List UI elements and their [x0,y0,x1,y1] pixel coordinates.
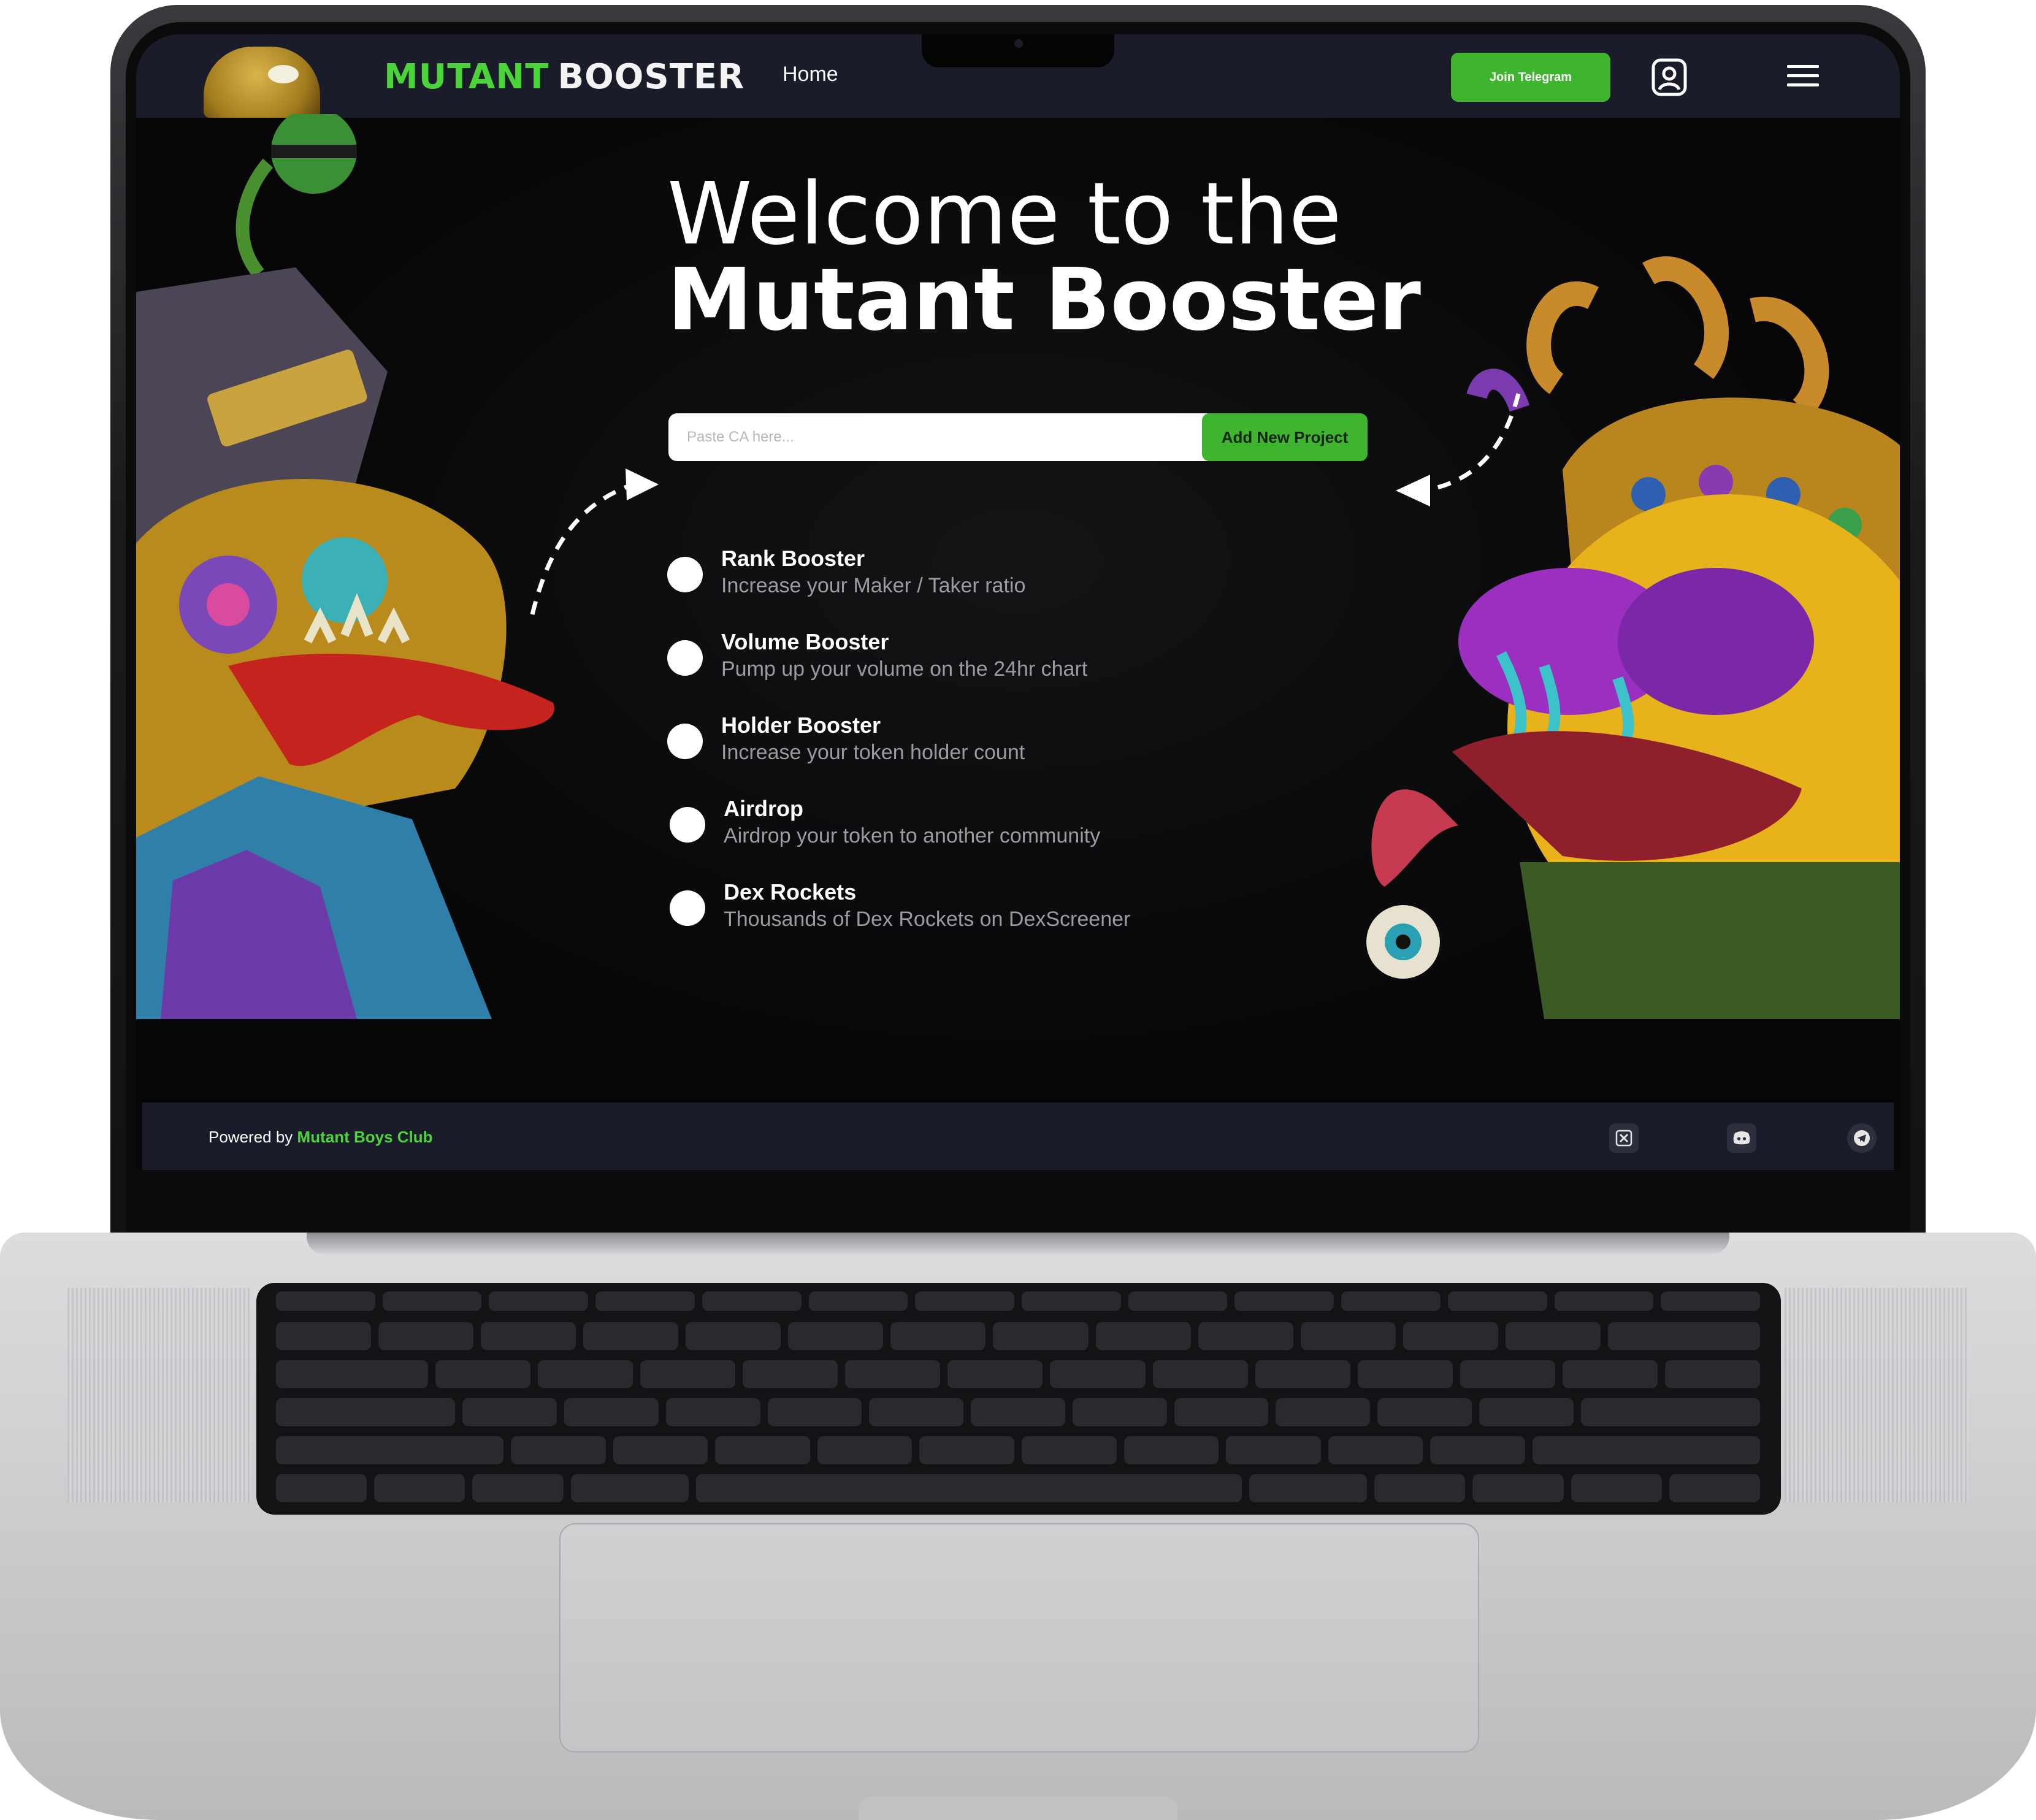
feature-description: Airdrop your token to another community [724,824,1101,847]
hero-title-line1: Welcome to the [667,164,1342,264]
laptop-front-notch [859,1797,1177,1820]
feature-dex-rockets[interactable]: Dex Rockets Thousands of Dex Rockets on … [670,879,1283,941]
menu-icon[interactable] [1786,61,1820,91]
discord-icon[interactable] [1727,1123,1756,1153]
feature-title: Holder Booster [721,713,881,738]
logo[interactable]: MUTANT BOOSTER [384,55,744,98]
feature-volume-booster[interactable]: Volume Booster Pump up your volume on th… [667,629,1280,690]
feature-title: Dex Rockets [724,879,857,904]
logo-word-mutant: MUTANT [384,56,549,97]
footer-credit: Powered by Mutant Boys Club [209,1128,433,1147]
keyboard-number-row [276,1322,1760,1352]
radio-dot[interactable] [667,557,703,592]
x-icon[interactable] [1609,1123,1639,1153]
feature-description: Increase your token holder count [721,741,1025,764]
user-icon[interactable] [1650,58,1689,97]
add-new-project-button[interactable]: Add New Project [1202,413,1368,461]
feature-description: Pump up your volume on the 24hr chart [721,657,1088,681]
feature-description: Increase your Maker / Taker ratio [721,574,1026,597]
keyboard-home-row [276,1398,1760,1428]
feature-title: Rank Booster [721,546,865,571]
left-mutant-artwork [136,108,578,1019]
radio-dot[interactable] [667,640,703,676]
right-mutant-artwork [1360,249,1900,1019]
keyboard-bottom-row [276,1474,1760,1504]
feature-title: Airdrop [724,796,803,821]
trackpad [559,1523,1479,1753]
dashed-arrow-left-icon [522,457,664,623]
logo-mascot-eye [268,65,299,83]
laptop-hinge [307,1233,1729,1255]
nav-link-home[interactable]: Home [783,63,838,86]
camera-icon [1014,39,1023,48]
feature-holder-booster[interactable]: Holder Booster Increase your token holde… [667,713,1280,774]
logo-word-booster: BOOSTER [557,56,745,97]
keyboard-shift-row [276,1436,1760,1466]
telegram-icon[interactable] [1847,1123,1877,1153]
speaker-grille-left [67,1288,251,1502]
feature-airdrop[interactable]: Airdrop Airdrop your token to another co… [670,796,1283,857]
powered-by-label: Powered by [209,1128,293,1146]
feature-title: Volume Booster [721,629,889,654]
dashed-arrow-right-icon [1381,390,1528,513]
join-telegram-button[interactable]: Join Telegram [1451,53,1610,102]
feature-description: Thousands of Dex Rockets on DexScreener [724,908,1131,931]
radio-dot[interactable] [667,724,703,759]
radio-dot[interactable] [670,807,705,843]
hero-title-line2: Mutant Booster [667,250,1422,350]
keyboard-function-row [276,1291,1761,1312]
contract-address-input[interactable] [668,413,1208,461]
laptop-screen: MUTANT BOOSTER Home Join Telegram Welcom… [136,34,1900,1170]
feature-rank-booster[interactable]: Rank Booster Increase your Maker / Taker… [667,546,1280,607]
keyboard-qwerty-row [276,1360,1760,1390]
radio-dot[interactable] [670,890,705,926]
speaker-grille-right [1785,1288,1969,1502]
mutant-boys-club-link[interactable]: Mutant Boys Club [297,1128,433,1146]
